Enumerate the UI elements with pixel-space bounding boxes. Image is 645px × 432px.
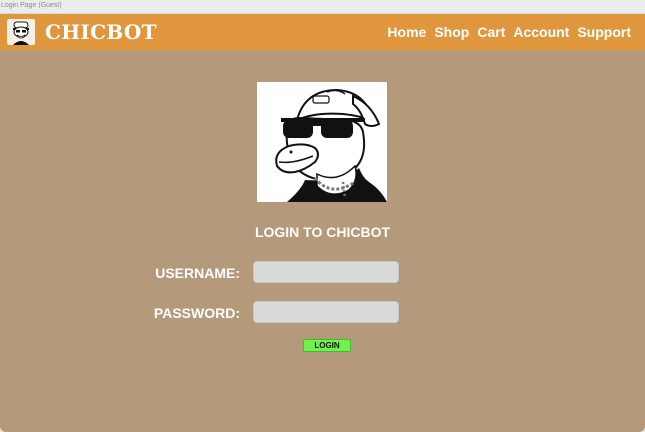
navbar: CHICBOT Home Shop Cart Account Support: [0, 14, 645, 50]
nav-item-support[interactable]: Support: [577, 24, 631, 40]
username-input[interactable]: [253, 261, 399, 283]
duck-with-sunglasses-illustration: [257, 82, 387, 202]
page: CHICBOT Home Shop Cart Account Support L…: [0, 14, 645, 432]
nav-item-home[interactable]: Home: [387, 24, 426, 40]
duck-mascot-icon[interactable]: [7, 19, 35, 45]
password-label: PASSWORD:: [153, 305, 240, 321]
nav-item-shop[interactable]: Shop: [434, 24, 469, 40]
nav-item-account[interactable]: Account: [513, 24, 569, 40]
brand-name[interactable]: CHICBOT: [45, 20, 157, 44]
password-input[interactable]: [253, 301, 399, 323]
nav-links: Home Shop Cart Account Support: [387, 24, 631, 40]
login-button[interactable]: LOGIN: [303, 339, 351, 352]
nav-item-cart[interactable]: Cart: [477, 24, 505, 40]
login-title: LOGIN TO CHICBOT: [254, 224, 391, 240]
username-label: USERNAME:: [155, 265, 240, 281]
window-title: Login Page (Guest): [0, 0, 645, 14]
